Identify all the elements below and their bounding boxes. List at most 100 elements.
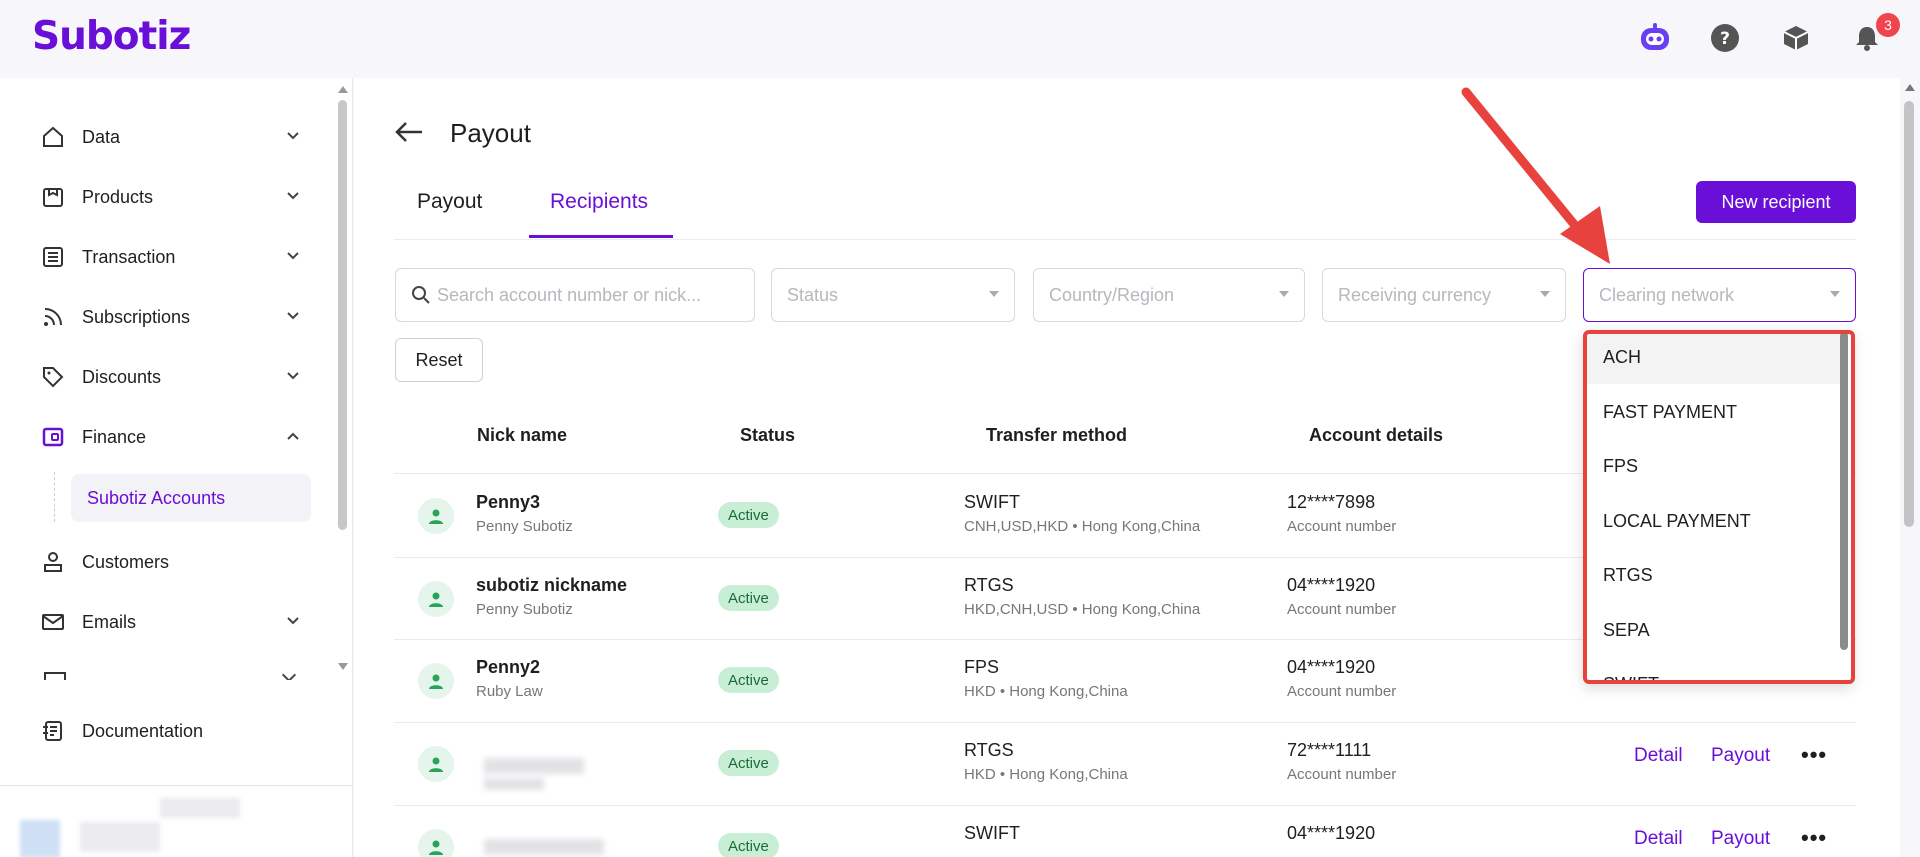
sidebar-item-documentation[interactable]: Documentation	[40, 711, 300, 751]
sidebar-item-label: Emails	[82, 611, 137, 632]
account-label: Account number	[1287, 683, 1397, 700]
more-actions-icon[interactable]: •••	[1801, 742, 1827, 768]
top-bar: Subotiz ? 3	[0, 0, 1920, 78]
detail-link[interactable]: Detail	[1634, 745, 1683, 767]
status-badge: Active	[718, 833, 779, 857]
caret-down-icon	[1830, 291, 1840, 297]
annotation-highlight-box	[1583, 330, 1855, 684]
transfer-method: SWIFT	[964, 823, 1020, 843]
svg-text:?: ?	[1720, 29, 1730, 49]
nick-name-blurred	[484, 758, 584, 774]
chevron-down-icon	[287, 617, 299, 625]
account-name-blurred	[80, 822, 160, 852]
column-header-nick-name: Nick name	[477, 425, 568, 445]
column-header-transfer-method: Transfer method	[986, 425, 1128, 445]
chevron-down-icon	[287, 252, 299, 260]
chevron-down-icon	[287, 132, 299, 140]
holder-name: Ruby Law	[476, 683, 543, 700]
scroll-up-icon[interactable]	[337, 84, 349, 94]
clearing-placeholder: Clearing network	[1599, 284, 1735, 305]
wallet-icon	[40, 424, 66, 450]
search-input[interactable]: Search account number or nick...	[395, 268, 755, 322]
holder-name: Penny Subotiz	[476, 601, 573, 618]
account-label: Account number	[1287, 601, 1397, 618]
transfer-method: RTGS	[964, 740, 1014, 760]
sidebar-item-label: Data	[82, 126, 121, 147]
country-select[interactable]: Country/Region	[1033, 268, 1305, 322]
holder-name-blurred	[484, 778, 544, 790]
sidebar-item-products[interactable]: Products	[40, 177, 300, 217]
user-avatar-icon	[418, 663, 454, 699]
sidebar-scroll-thumb[interactable]	[338, 100, 347, 530]
status-badge: Active	[718, 750, 779, 776]
account-label: Account number	[1287, 766, 1397, 783]
transfer-method: RTGS	[964, 575, 1014, 595]
transfer-details: CNH,USD,HKD • Hong Kong,China	[964, 518, 1201, 535]
main-scroll-thumb[interactable]	[1904, 101, 1914, 527]
sidebar-item-label: Customers	[82, 551, 170, 572]
mail-icon	[40, 609, 66, 635]
page-title: Payout	[450, 118, 531, 148]
chevron-down-icon	[287, 192, 299, 200]
more-actions-icon[interactable]: •••	[1801, 825, 1827, 851]
sidebar-item-label: Finance	[82, 426, 147, 447]
caret-down-icon	[1279, 291, 1289, 297]
sidebar-item-discounts[interactable]: Discounts	[40, 357, 300, 397]
account-number: 04****1920	[1287, 657, 1376, 677]
payout-link[interactable]: Payout	[1711, 828, 1770, 850]
sidebar-item-label: Products	[82, 186, 154, 207]
chevron-down-icon	[287, 312, 299, 320]
nick-name: Penny3	[476, 492, 541, 512]
transfer-details: HKD,CNH,USD • Hong Kong,China	[964, 601, 1201, 618]
reset-button[interactable]: Reset	[395, 338, 483, 382]
logo[interactable]: Subotiz	[32, 14, 191, 59]
nick-name: Penny2	[476, 657, 541, 677]
document-icon	[40, 718, 66, 744]
status-select[interactable]: Status	[771, 268, 1015, 322]
sidebar: Data Products Transaction Subscriptions …	[0, 78, 353, 857]
payout-link[interactable]: Payout	[1711, 745, 1770, 767]
column-header-status: Status	[740, 425, 796, 445]
tag-icon	[40, 364, 66, 390]
user-avatar-icon	[418, 581, 454, 617]
table-row[interactable]: Active SWIFT 04****1920 Detail Payout ••…	[394, 805, 1856, 857]
caret-down-icon	[989, 291, 999, 297]
help-icon[interactable]: ?	[1708, 21, 1742, 55]
sidebar-item-label: Subscriptions	[82, 306, 191, 327]
account-number: 72****1111	[1287, 740, 1372, 760]
transfer-method: FPS	[964, 657, 1000, 677]
table-row[interactable]: Active RTGS HKD • Hong Kong,China 72****…	[394, 722, 1856, 805]
tab-payout[interactable]: Payout	[417, 190, 482, 238]
tab-recipients[interactable]: Recipients	[550, 190, 648, 238]
list-icon	[40, 244, 66, 270]
tree-line	[54, 472, 55, 522]
search-placeholder: Search account number or nick...	[437, 284, 702, 305]
assistant-bot-icon[interactable]	[1638, 21, 1672, 55]
sidebar-item-data[interactable]: Data	[40, 117, 300, 157]
status-badge: Active	[718, 502, 779, 528]
sidebar-subitem-subotiz-accounts[interactable]: Subotiz Accounts	[71, 474, 311, 522]
sidebar-item-customers[interactable]: Customers	[40, 542, 300, 582]
account-footer[interactable]	[0, 785, 352, 857]
sidebar-item-subscriptions[interactable]: Subscriptions	[40, 297, 300, 337]
caret-down-icon	[1540, 291, 1550, 297]
sidebar-item-emails[interactable]: Emails	[40, 602, 300, 642]
home-icon	[40, 124, 66, 150]
sidebar-item-label: Documentation	[82, 720, 204, 741]
detail-link[interactable]: Detail	[1634, 828, 1683, 850]
sidebar-item-finance[interactable]: Finance	[40, 417, 300, 457]
active-tab-indicator	[529, 235, 673, 238]
status-badge: Active	[718, 585, 779, 611]
currency-placeholder: Receiving currency	[1338, 284, 1492, 305]
sidebar-item-transaction[interactable]: Transaction	[40, 237, 300, 277]
status-badge: Active	[718, 667, 779, 693]
account-email-blurred	[160, 798, 240, 818]
package-icon[interactable]	[1779, 21, 1813, 55]
transfer-method: SWIFT	[964, 492, 1020, 512]
back-arrow-icon[interactable]	[394, 120, 424, 149]
rss-icon	[40, 304, 66, 330]
scroll-up-icon[interactable]	[1904, 82, 1916, 92]
scroll-down-icon[interactable]	[337, 662, 349, 672]
chevron-up-icon	[287, 432, 299, 440]
new-recipient-button[interactable]: New recipient	[1696, 181, 1856, 223]
